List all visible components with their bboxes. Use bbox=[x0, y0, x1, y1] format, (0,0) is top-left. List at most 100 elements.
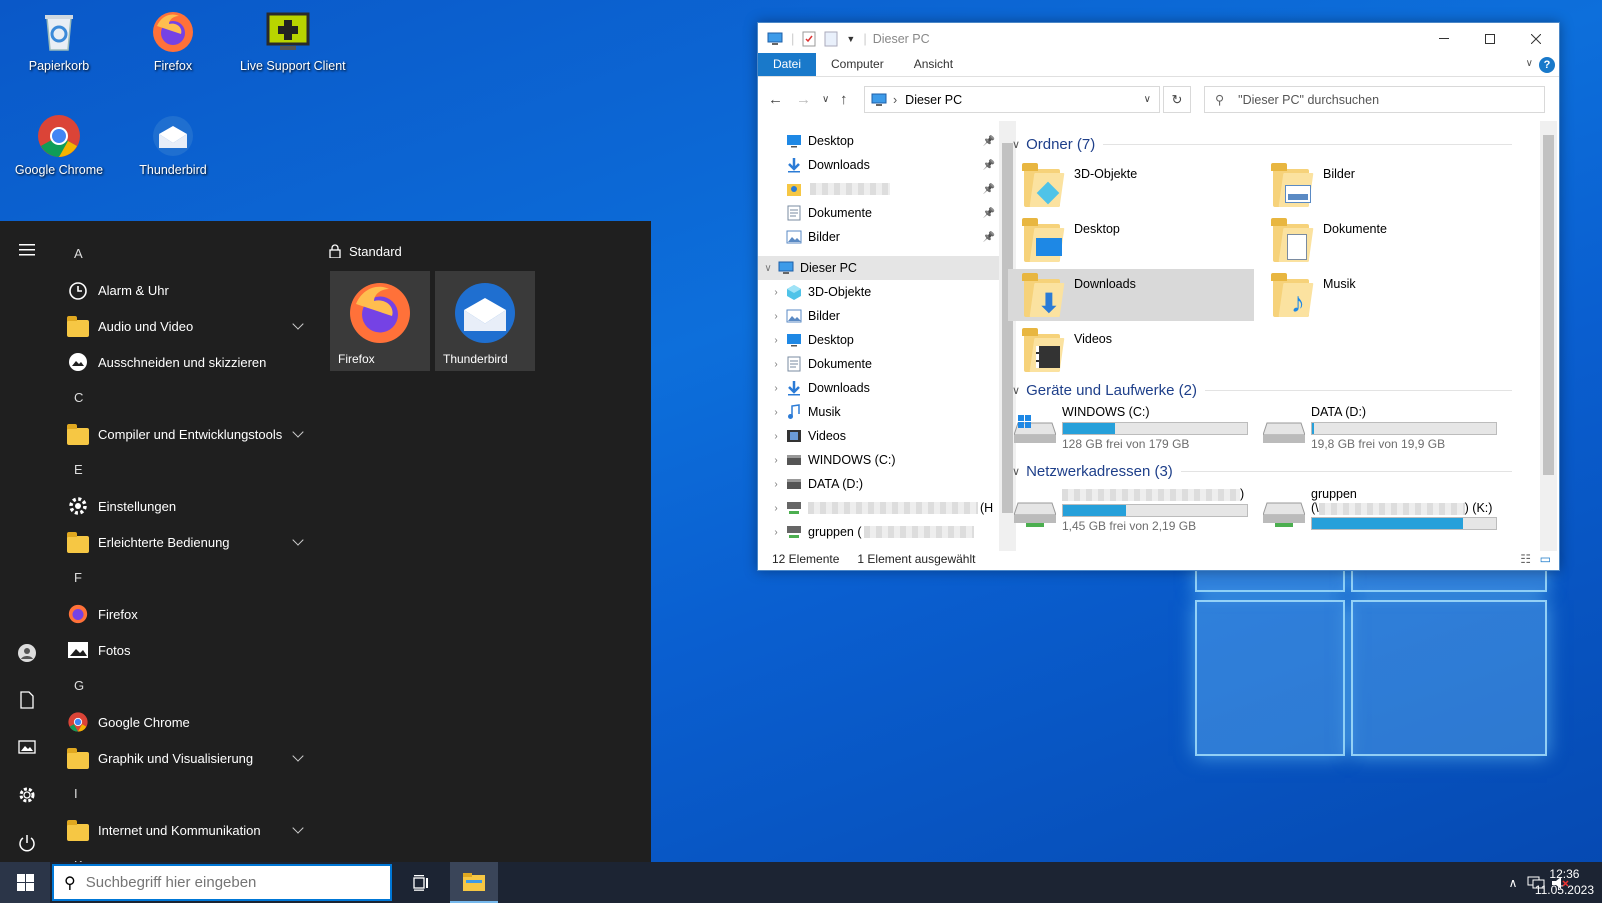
nav-this-pc-child-6[interactable]: › Videos bbox=[758, 424, 1003, 448]
app-folder-internet-und-kommunikation[interactable]: Internet und Kommunikation bbox=[60, 812, 310, 848]
app-folder-compiler-und-entwicklungstools[interactable]: Compiler und Entwicklungstools bbox=[60, 416, 310, 452]
nav-this-pc-child-9[interactable]: › (H bbox=[758, 496, 1003, 520]
pin-icon[interactable]: 📌 bbox=[983, 160, 995, 171]
folder-item-dokumente[interactable]: Dokumente bbox=[1257, 214, 1503, 266]
documents-icon[interactable] bbox=[15, 688, 39, 712]
nav-this-pc-child-1[interactable]: › Bilder bbox=[758, 304, 1003, 328]
chevron-right-icon[interactable]: › bbox=[766, 527, 786, 538]
tiles-group-header[interactable]: Standard bbox=[325, 241, 402, 261]
folder-item-3d-objekte[interactable]: 3D-Objekte bbox=[1008, 159, 1254, 211]
pin-icon[interactable]: 📌 bbox=[983, 232, 995, 243]
forward-arrow-icon[interactable]: → bbox=[796, 91, 811, 108]
desktop-icon-recycle-bin[interactable]: Papierkorb bbox=[11, 8, 107, 73]
chevron-down-icon[interactable]: ∨ bbox=[1012, 465, 1020, 478]
group-folders[interactable]: ∨ Ordner (7) bbox=[1008, 131, 1520, 157]
title-bar[interactable]: | ▼ | Dieser PC bbox=[758, 23, 1559, 54]
app-folder-erleichterte-bedienung[interactable]: Erleichterte Bedienung bbox=[60, 524, 310, 560]
recent-dropdown-icon[interactable]: ∨ bbox=[822, 94, 829, 105]
section-letter-c[interactable]: C bbox=[60, 380, 310, 416]
tab-computer[interactable]: Computer bbox=[816, 53, 899, 76]
nav-this-pc-child-8[interactable]: › DATA (D:) bbox=[758, 472, 1003, 496]
app-folder-graphik-und-visualisierung[interactable]: Graphik und Visualisierung bbox=[60, 740, 310, 776]
network-drive-item-0[interactable]: ) 1,45 GB frei von 2,19 GB bbox=[1008, 487, 1258, 533]
nav-quick-3[interactable]: Dokumente 📌 bbox=[758, 201, 1003, 225]
nav-this-pc-child-7[interactable]: › WINDOWS (C:) bbox=[758, 448, 1003, 472]
desktop-icon-thunderbird[interactable]: Thunderbird bbox=[125, 112, 221, 177]
desktop-icon-chrome[interactable]: Google Chrome bbox=[11, 112, 107, 177]
desktop-icon-live-support[interactable]: Live Support Client bbox=[240, 8, 346, 73]
tab-datei[interactable]: Datei bbox=[758, 53, 817, 76]
tile-thunderbird[interactable]: Thunderbird bbox=[435, 271, 535, 371]
chevron-down-icon[interactable]: ∨ bbox=[1012, 384, 1020, 397]
task-view-button[interactable] bbox=[400, 862, 444, 903]
pin-icon[interactable]: 📌 bbox=[983, 136, 995, 147]
folder-item-musik[interactable]: ♪ Musik bbox=[1257, 269, 1503, 321]
section-letter-e[interactable]: E bbox=[60, 452, 310, 488]
taskbar-search-box[interactable]: ⚲ bbox=[52, 864, 392, 901]
nav-quick-0[interactable]: Desktop 📌 bbox=[758, 129, 1003, 153]
app-item-ausschneiden-und-skizzieren[interactable]: Ausschneiden und skizzieren bbox=[60, 344, 310, 380]
nav-this-pc-child-3[interactable]: › Dokumente bbox=[758, 352, 1003, 376]
app-folder-audio-und-video[interactable]: Audio und Video bbox=[60, 308, 310, 344]
chevron-right-icon[interactable]: › bbox=[766, 359, 786, 370]
nav-quick-4[interactable]: Bilder 📌 bbox=[758, 225, 1003, 249]
desktop-icon-firefox[interactable]: Firefox bbox=[125, 8, 221, 73]
taskbar-file-explorer[interactable] bbox=[450, 862, 498, 903]
app-item-google-chrome[interactable]: Google Chrome bbox=[60, 704, 310, 740]
pin-icon[interactable]: 📌 bbox=[983, 208, 995, 219]
chevron-right-icon[interactable]: › bbox=[766, 335, 786, 346]
chevron-down-icon[interactable]: ∨ bbox=[1012, 138, 1020, 151]
start-button[interactable] bbox=[0, 862, 50, 903]
tile-firefox[interactable]: Firefox bbox=[330, 271, 430, 371]
group-network[interactable]: ∨ Netzwerkadressen (3) bbox=[1008, 458, 1520, 484]
drive-item-1[interactable]: DATA (D:) 19,8 GB frei von 19,9 GB bbox=[1257, 405, 1507, 451]
app-item-einstellungen[interactable]: Einstellungen bbox=[60, 488, 310, 524]
taskbar-search-input[interactable] bbox=[85, 874, 366, 891]
section-letter-g[interactable]: G bbox=[60, 668, 310, 704]
chevron-down-icon[interactable]: ∨ bbox=[758, 263, 778, 274]
new-folder-icon[interactable] bbox=[824, 31, 838, 47]
help-icon[interactable]: ? bbox=[1539, 57, 1555, 73]
folder-item-bilder[interactable]: Bilder bbox=[1257, 159, 1503, 211]
chevron-right-icon[interactable]: › bbox=[766, 455, 786, 466]
nav-quick-1[interactable]: Downloads 📌 bbox=[758, 153, 1003, 177]
hamburger-menu-icon[interactable] bbox=[15, 238, 39, 262]
section-letter-a[interactable]: A bbox=[60, 236, 310, 272]
section-letter-f[interactable]: F bbox=[60, 560, 310, 596]
pictures-icon[interactable] bbox=[15, 735, 39, 759]
app-item-firefox[interactable]: Firefox bbox=[60, 596, 310, 632]
tab-ansicht[interactable]: Ansicht bbox=[899, 53, 968, 76]
folder-item-desktop[interactable]: Desktop bbox=[1008, 214, 1254, 266]
close-button[interactable] bbox=[1513, 23, 1559, 54]
network-drive-item-1[interactable]: gruppen (\) (K:) bbox=[1257, 487, 1507, 531]
chevron-right-icon[interactable]: › bbox=[766, 287, 786, 298]
app-item-alarm-uhr[interactable]: Alarm & Uhr bbox=[60, 272, 310, 308]
nav-this-pc-child-5[interactable]: › Musik bbox=[758, 400, 1003, 424]
section-letter-k[interactable]: K bbox=[60, 848, 310, 862]
drive-item-0[interactable]: WINDOWS (C:) 128 GB frei von 179 GB bbox=[1008, 405, 1258, 451]
chevron-right-icon[interactable]: › bbox=[766, 311, 786, 322]
show-hidden-icons-button[interactable]: ∧ bbox=[1504, 862, 1522, 903]
section-letter-i[interactable]: I bbox=[60, 776, 310, 812]
user-account-icon[interactable] bbox=[15, 641, 39, 665]
nav-this-pc-child-2[interactable]: › Desktop bbox=[758, 328, 1003, 352]
address-bar[interactable]: › Dieser PC ∨ bbox=[864, 86, 1160, 113]
power-icon[interactable] bbox=[15, 831, 39, 855]
chevron-right-icon[interactable]: › bbox=[766, 503, 786, 514]
nav-this-pc-child-10[interactable]: › gruppen ( bbox=[758, 520, 1003, 544]
chevron-right-icon[interactable]: › bbox=[766, 431, 786, 442]
app-item-fotos[interactable]: Fotos bbox=[60, 632, 310, 668]
settings-gear-icon[interactable] bbox=[15, 783, 39, 807]
content-scrollbar[interactable] bbox=[1540, 121, 1557, 551]
ribbon-expand-icon[interactable]: ∨ bbox=[1526, 58, 1533, 69]
chevron-right-icon[interactable]: › bbox=[766, 479, 786, 490]
tiles-view-icon[interactable]: ▭ bbox=[1540, 552, 1551, 566]
qat-dropdown-icon[interactable]: ▼ bbox=[846, 34, 855, 44]
chevron-right-icon[interactable]: › bbox=[766, 383, 786, 394]
clock[interactable]: 12:36 11.05.2023 bbox=[1535, 866, 1594, 898]
chevron-right-icon[interactable]: › bbox=[766, 407, 786, 418]
search-box[interactable]: ⚲ "Dieser PC" durchsuchen bbox=[1204, 86, 1545, 113]
nav-this-pc-child-4[interactable]: › Downloads bbox=[758, 376, 1003, 400]
properties-icon[interactable] bbox=[802, 31, 816, 47]
back-arrow-icon[interactable]: ← bbox=[768, 91, 783, 108]
